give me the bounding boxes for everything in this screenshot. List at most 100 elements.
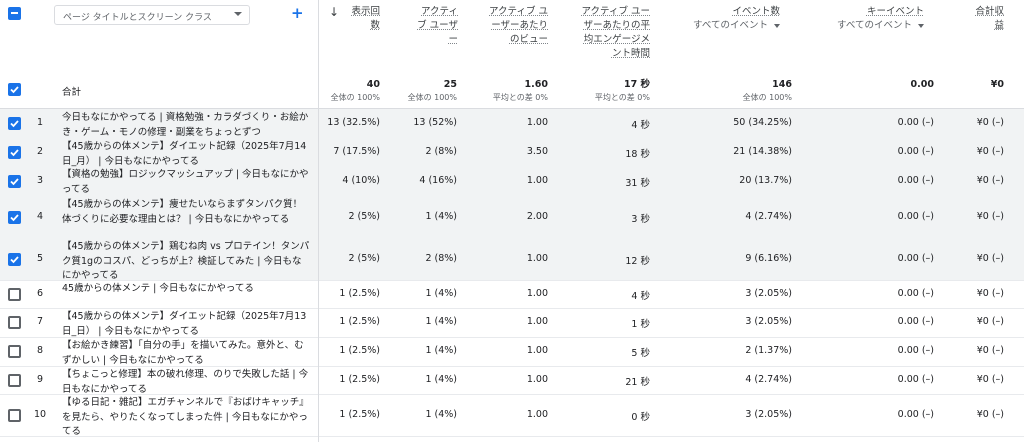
row-checkbox[interactable] (8, 210, 21, 224)
cell-views: 1 (2.5%) (339, 373, 380, 385)
cell-views: 2 (5%) (348, 210, 380, 222)
select-all-checkbox[interactable] (8, 7, 21, 20)
row-checkbox[interactable] (8, 252, 21, 266)
cell-views-per-user: 1.00 (526, 117, 548, 128)
dimension-label: ページ タイトルとスクリーン クラス (63, 13, 212, 23)
total-views-per-user: 1.60 平均との差 0% (492, 79, 548, 102)
header-active-users[interactable]: アクティ ブ ユーザ ー (400, 5, 458, 47)
row-page-title[interactable]: 【45歳からの体メンテ】ダイエット記録（2025年7月13日_日） | 今日もな… (62, 310, 310, 339)
row-page-title[interactable]: 【45歳からの体メンテ】鶏むね肉 vs プロテイン！タンパク質1gのコスパ、どっ… (62, 240, 310, 284)
cell-key-events: 0.00 (–) (897, 117, 934, 128)
row-page-title[interactable]: 【ちょこっと修理】本の破れ修理、のりで失敗した話 | 今日もなにかやってる (62, 368, 310, 397)
cell-engagement-time: 31 秒 (625, 177, 650, 189)
totals-checkbox[interactable] (8, 83, 21, 96)
row-page-title[interactable]: 【ゆる日記・雑記】エガチャンネルで『おばけキャッチ』を見たら、やりたくなってしま… (62, 396, 310, 440)
cell-views-per-user: 1.00 (526, 174, 548, 186)
cell-engagement-time: 0 秒 (631, 411, 650, 423)
cell-active-users: 1 (4%) (425, 210, 457, 222)
row-page-title[interactable]: 【45歳からの体メンテ】ダイエット記録（2025年7月14日_月） | 今日もな… (62, 140, 310, 169)
cell-engagement-time: 21 秒 (625, 376, 650, 388)
cell-active-users: 1 (4%) (425, 373, 457, 385)
row-page-title[interactable]: 【資格の勉強】ロジックマッシュアップ | 今日もなにかやってる (62, 168, 310, 197)
cell-active-users: 4 (16%) (419, 174, 457, 186)
cell-key-events: 0.00 (–) (897, 174, 934, 186)
total-revenue: ¥0 (990, 79, 1004, 90)
cell-events: 3 (2.05%) (745, 408, 792, 420)
total-events: 146 全体の 100% (742, 79, 792, 102)
cell-views-per-user: 3.50 (526, 145, 548, 157)
cell-revenue: ¥0 (–) (976, 210, 1004, 222)
cell-revenue: ¥0 (–) (976, 316, 1004, 327)
chevron-down-icon (774, 23, 780, 28)
cell-views-per-user: 1.00 (526, 408, 548, 420)
total-key-events: 0.00 (910, 79, 934, 90)
cell-events: 3 (2.05%) (745, 316, 792, 327)
header-events[interactable]: イベント数 すべてのイベント (660, 5, 780, 33)
cell-events: 9 (6.16%) (745, 252, 792, 264)
cell-views: 1 (2.5%) (339, 408, 380, 420)
cell-revenue: ¥0 (–) (976, 408, 1004, 420)
cell-revenue: ¥0 (–) (976, 145, 1004, 157)
dimension-dropdown[interactable]: ページ タイトルとスクリーン クラス (54, 5, 250, 25)
cell-active-users: 2 (8%) (425, 145, 457, 157)
header-revenue[interactable]: 合計収 益 (964, 5, 1004, 33)
cell-views: 1 (2.5%) (339, 345, 380, 356)
cell-views: 4 (10%) (342, 174, 380, 186)
cell-key-events: 0.00 (–) (897, 345, 934, 356)
events-filter-dropdown[interactable]: すべてのイベント (660, 19, 780, 33)
row-page-title[interactable]: 45歳からの体メンテ | 今日もなにかやってる (62, 282, 310, 297)
cell-revenue: ¥0 (–) (976, 345, 1004, 356)
cell-key-events: 0.00 (–) (897, 145, 934, 157)
row-checkbox[interactable] (8, 373, 21, 387)
row-number: 9 (36, 373, 44, 385)
row-number: 1 (36, 117, 44, 128)
cell-active-users: 1 (4%) (425, 345, 457, 356)
row-number: 4 (36, 210, 44, 222)
cell-views-per-user: 1.00 (526, 287, 548, 299)
row-checkbox[interactable] (8, 316, 21, 329)
row-checkbox[interactable] (8, 408, 21, 422)
header-key-events[interactable]: キーイベント すべてのイベント (800, 5, 924, 33)
row-checkbox[interactable] (8, 174, 21, 188)
cell-views-per-user: 2.00 (526, 210, 548, 222)
totals-label: 合計 (62, 87, 82, 98)
cell-revenue: ¥0 (–) (976, 252, 1004, 264)
cell-key-events: 0.00 (–) (897, 373, 934, 385)
cell-events: 4 (2.74%) (745, 210, 792, 222)
cell-active-users: 1 (4%) (425, 316, 457, 327)
cell-views: 7 (17.5%) (333, 145, 380, 157)
cell-events: 3 (2.05%) (745, 287, 792, 299)
header-views[interactable]: 表示回 数 (340, 5, 380, 33)
cell-key-events: 0.00 (–) (897, 252, 934, 264)
arrow-down-icon[interactable]: ↓ (329, 5, 339, 19)
cell-engagement-time: 4 秒 (631, 120, 650, 131)
add-dimension-icon[interactable]: + (291, 6, 304, 21)
cell-events: 50 (34.25%) (733, 117, 792, 128)
total-engagement-time: 17 秒平均との差 0% (594, 79, 650, 102)
row-page-title[interactable]: 【45歳からの体メンテ】痩せたいならまずタンパク質！ 体づくりに必要な理由とは？… (62, 198, 310, 227)
cell-views-per-user: 1.00 (526, 373, 548, 385)
row-checkbox[interactable] (8, 145, 21, 159)
header-views-per-user[interactable]: アクティブ ユ ーザーあたり のビュー (470, 5, 548, 47)
row-number: 10 (33, 408, 47, 420)
row-checkbox[interactable] (8, 287, 21, 301)
header-engagement-time[interactable]: アクティブ ユー ザーあたりの平 均エンゲージメ ント時間 (560, 5, 650, 61)
row-page-title[interactable]: 【お絵かき練習】「自分の手」を描いてみた。意外と、むずかしい | 今日もなにかや… (62, 339, 310, 368)
cell-active-users: 2 (8%) (425, 252, 457, 264)
cell-events: 21 (14.38%) (733, 145, 792, 157)
row-checkbox[interactable] (8, 345, 21, 358)
cell-key-events: 0.00 (–) (897, 210, 934, 222)
cell-engagement-time: 18 秒 (625, 148, 650, 160)
key-events-filter-dropdown[interactable]: すべてのイベント (800, 19, 924, 33)
cell-key-events: 0.00 (–) (897, 408, 934, 420)
cell-engagement-time: 1 秒 (631, 319, 650, 330)
cell-active-users: 1 (4%) (425, 408, 457, 420)
cell-revenue: ¥0 (–) (976, 373, 1004, 385)
cell-views-per-user: 1.00 (526, 316, 548, 327)
row-number: 6 (36, 287, 44, 299)
cell-engagement-time: 4 秒 (631, 290, 650, 302)
cell-revenue: ¥0 (–) (976, 117, 1004, 128)
cell-key-events: 0.00 (–) (897, 287, 934, 299)
row-checkbox[interactable] (8, 117, 21, 130)
row-page-title[interactable]: 今日もなにかやってる | 資格勉強・カラダづくり・お絵かき・ゲーム・モノの修理・… (62, 111, 310, 140)
